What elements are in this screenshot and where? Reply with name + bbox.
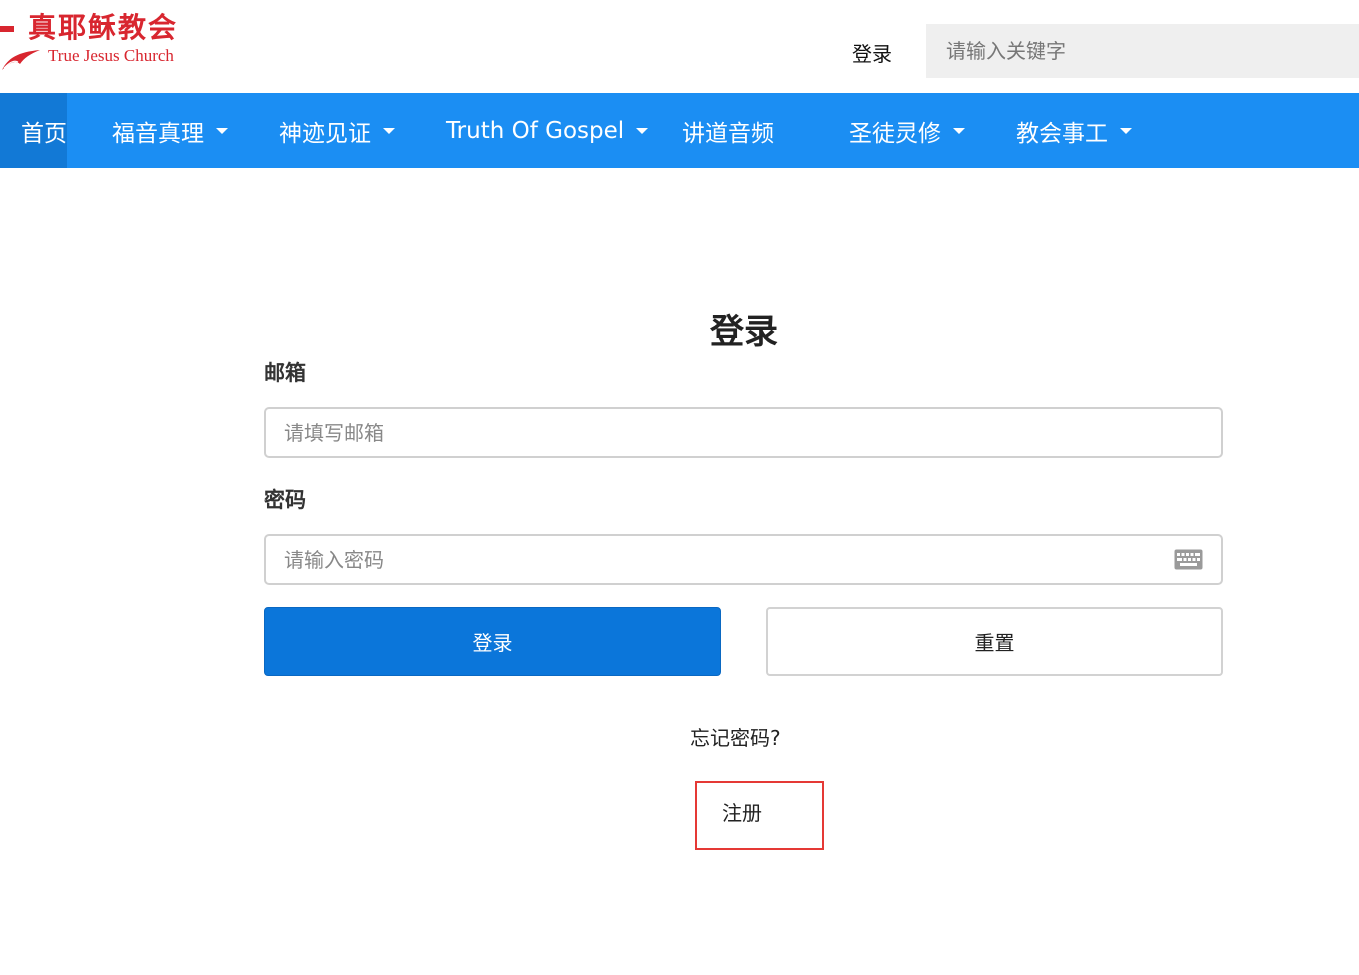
nav-item-home[interactable]: 首页 (0, 93, 67, 168)
main-nav: 首页 福音真理 神迹见证 Truth Of Gospel 讲道音频 圣徒灵修 教… (0, 93, 1359, 168)
password-field[interactable] (264, 534, 1223, 585)
dove-icon (2, 50, 40, 71)
nav-item-devotion[interactable]: 圣徒灵修 (849, 93, 965, 168)
search-input[interactable] (926, 24, 1359, 78)
nav-item-label: 神迹见证 (279, 120, 371, 147)
email-label: 邮箱 (264, 361, 306, 385)
nav-item-miracles[interactable]: 神迹见证 (279, 93, 395, 168)
caret-down-icon (216, 127, 228, 134)
caret-down-icon (636, 127, 649, 134)
logo-chinese-name: 真耶稣教会 (28, 11, 179, 44)
nav-item-label: Truth Of Gospel (446, 117, 625, 144)
nav-item-label: 福音真理 (112, 120, 204, 147)
forgot-password-link[interactable]: 忘记密码? (690, 722, 781, 751)
nav-item-sermon-audio[interactable]: 讲道音频 (682, 93, 774, 168)
page-title: 登录 (710, 312, 778, 352)
logo-english-name: True Jesus Church (48, 46, 174, 65)
nav-item-label: 教会事工 (1016, 120, 1108, 147)
email-field[interactable] (264, 407, 1223, 458)
reset-button[interactable]: 重置 (766, 607, 1223, 676)
caret-down-icon (383, 127, 395, 134)
nav-item-label: 首页 (21, 120, 67, 147)
register-link[interactable]: 注册 (722, 797, 762, 826)
caret-down-icon (1120, 127, 1132, 134)
nav-item-label: 圣徒灵修 (849, 120, 941, 147)
nav-item-gospel-truth[interactable]: 福音真理 (112, 93, 228, 168)
password-label: 密码 (264, 488, 306, 512)
site-logo[interactable]: 真耶稣教会 True Jesus Church (0, 6, 200, 72)
caret-down-icon (953, 127, 965, 134)
keyboard-icon[interactable] (1174, 549, 1203, 570)
nav-item-truth-of-gospel[interactable]: Truth Of Gospel (446, 93, 649, 168)
logo-bar (0, 26, 14, 32)
header-login-link[interactable]: 登录 (852, 38, 892, 67)
nav-item-ministry[interactable]: 教会事工 (1016, 93, 1132, 168)
login-button[interactable]: 登录 (264, 607, 721, 676)
nav-item-label: 讲道音频 (682, 120, 774, 147)
site-header: 真耶稣教会 True Jesus Church 登录 (0, 0, 1359, 93)
